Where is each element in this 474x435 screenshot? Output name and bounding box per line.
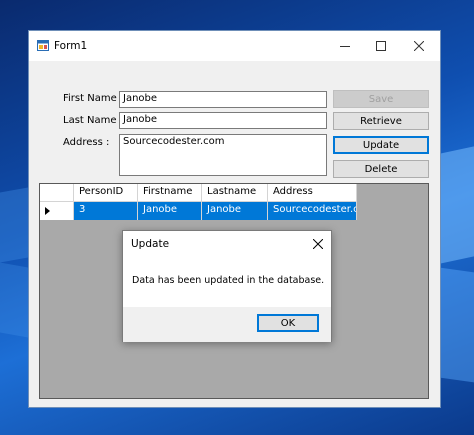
dialog-title: Update <box>131 238 170 250</box>
column-header-address[interactable]: Address <box>268 184 357 202</box>
lastname-input[interactable]: Janobe <box>119 112 327 129</box>
cell-lastname[interactable]: Janobe <box>202 202 268 220</box>
cell-firstname[interactable]: Janobe <box>138 202 202 220</box>
save-button[interactable]: Save <box>333 90 429 108</box>
minimize-button[interactable] <box>331 35 359 57</box>
firstname-input[interactable]: Janobe <box>119 91 327 108</box>
cell-address[interactable]: Sourcecodester.com <box>268 202 357 220</box>
maximize-button[interactable] <box>367 35 395 57</box>
current-row-arrow-icon <box>45 207 50 215</box>
column-header-lastname[interactable]: Lastname <box>202 184 268 202</box>
close-icon <box>414 41 424 51</box>
close-window-button[interactable] <box>405 35 433 57</box>
minimize-icon <box>340 46 350 47</box>
firstname-label: First Name : <box>63 93 124 104</box>
window-title: Form1 <box>54 40 88 52</box>
form-window-icon <box>37 40 49 51</box>
column-header-personid[interactable]: PersonID <box>74 184 138 202</box>
update-button[interactable]: Update <box>333 136 429 154</box>
lastname-label: Last Name : <box>63 115 124 126</box>
close-icon <box>313 239 323 249</box>
main-window: Form1 First Name : Janobe Last Name : Ja… <box>28 30 441 408</box>
column-header-firstname[interactable]: Firstname <box>138 184 202 202</box>
dialog-message: Data has been updated in the database. <box>132 275 325 286</box>
title-bar[interactable]: Form1 <box>29 31 440 61</box>
wallpaper-light-beam <box>440 267 474 383</box>
retrieve-button[interactable]: Retrieve <box>333 112 429 130</box>
address-label: Address : <box>63 137 110 148</box>
wallpaper-light-beam <box>0 262 28 338</box>
update-message-dialog: Update Data has been updated in the data… <box>122 230 332 342</box>
grid-corner-header <box>40 184 74 202</box>
maximize-icon <box>376 41 386 51</box>
row-header[interactable] <box>40 202 74 220</box>
address-textarea[interactable]: Sourcecodester.com <box>119 134 327 176</box>
wallpaper-light-beam <box>0 187 28 263</box>
cell-personid[interactable]: 3 <box>74 202 138 220</box>
wallpaper-light-beam <box>440 146 474 264</box>
dialog-close-button[interactable] <box>309 235 327 253</box>
delete-button[interactable]: Delete <box>333 160 429 178</box>
ok-button[interactable]: OK <box>257 314 319 332</box>
dialog-footer: OK <box>123 307 331 342</box>
